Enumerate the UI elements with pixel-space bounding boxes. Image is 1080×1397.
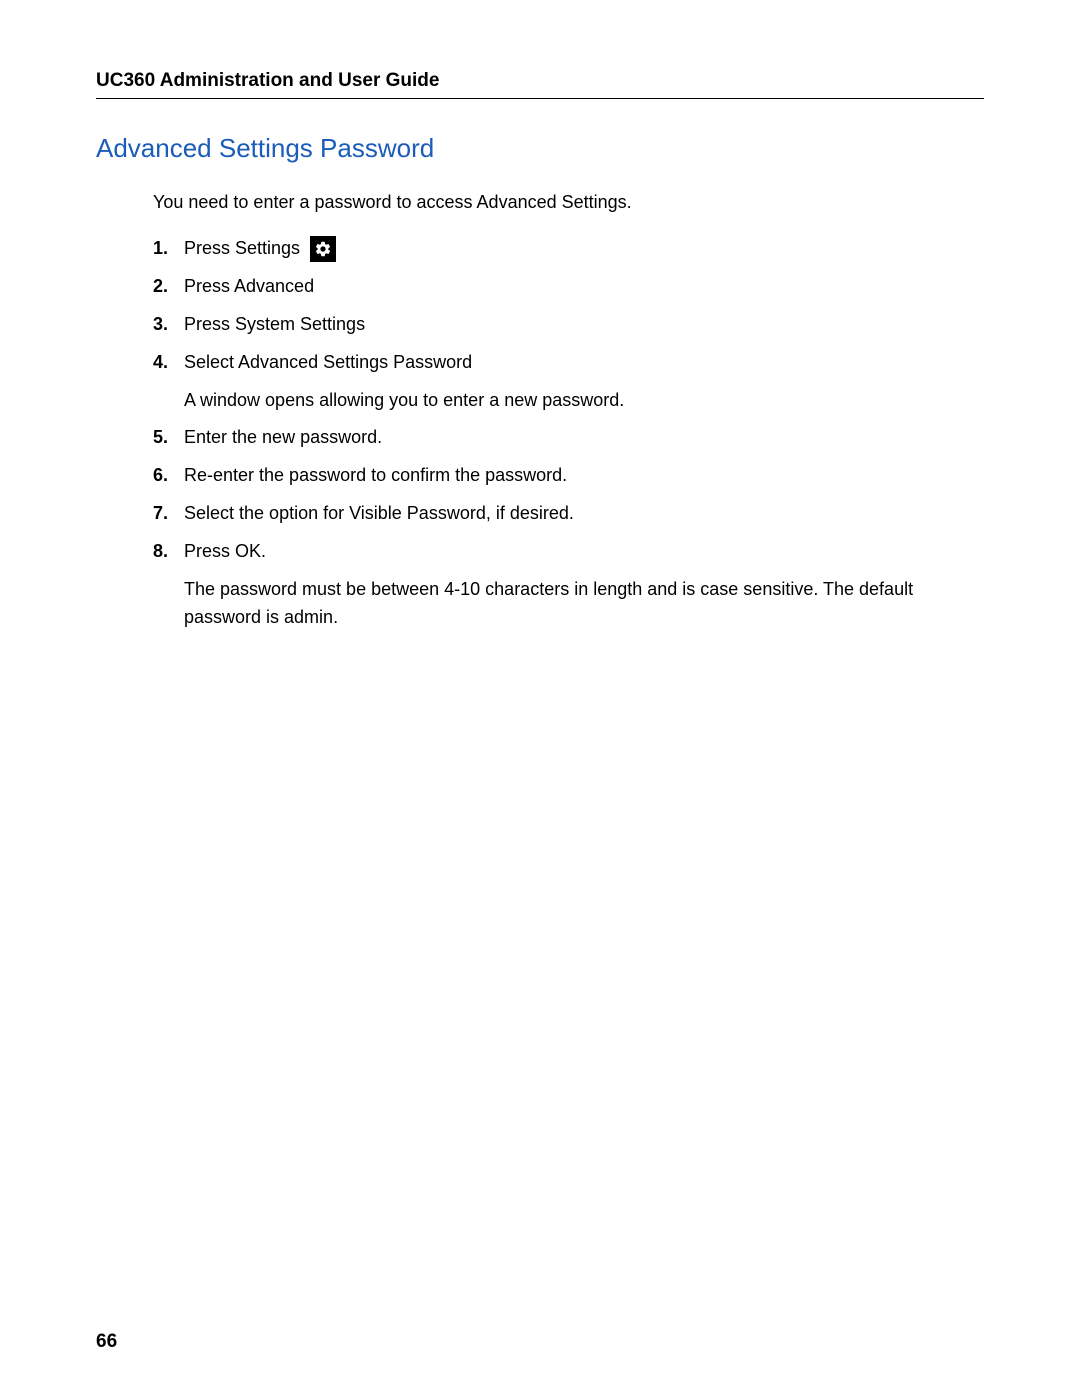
step-text: Enter the new password. [184, 424, 984, 452]
document-header-title: UC360 Administration and User Guide [96, 70, 984, 92]
section-heading: Advanced Settings Password [96, 133, 984, 164]
step-sub-text: The password must be between 4-10 charac… [184, 576, 984, 632]
page-number: 66 [96, 1331, 117, 1353]
step-number: 8. [153, 538, 178, 566]
step-number: 5. [153, 424, 178, 452]
step-item: 4. Select Advanced Settings Password [153, 349, 984, 377]
step-text: Press OK. [184, 538, 984, 566]
step-number: 6. [153, 462, 178, 490]
step-text: Re-enter the password to confirm the pas… [184, 462, 984, 490]
step-text: Select Advanced Settings Password [184, 349, 984, 377]
step-item: 7. Select the option for Visible Passwor… [153, 500, 984, 528]
step-text-label: Press Settings [184, 235, 300, 263]
step-list: 5. Enter the new password. 6. Re-enter t… [153, 424, 984, 566]
step-text: Press System Settings [184, 311, 984, 339]
step-number: 7. [153, 500, 178, 528]
step-item: 6. Re-enter the password to confirm the … [153, 462, 984, 490]
page-content: UC360 Administration and User Guide Adva… [0, 0, 1080, 632]
step-item: 5. Enter the new password. [153, 424, 984, 452]
step-number: 4. [153, 349, 178, 377]
step-number: 3. [153, 311, 178, 339]
step-number: 1. [153, 235, 178, 263]
step-number: 2. [153, 273, 178, 301]
step-item: 3. Press System Settings [153, 311, 984, 339]
step-item: 1. Press Settings [153, 235, 984, 263]
step-list: 1. Press Settings 2. Press Advanced 3. P… [153, 235, 984, 377]
step-item: 2. Press Advanced [153, 273, 984, 301]
settings-icon [310, 236, 336, 262]
section-intro: You need to enter a password to access A… [153, 192, 984, 213]
header-divider [96, 98, 984, 99]
step-text: Select the option for Visible Password, … [184, 500, 984, 528]
step-sub-text: A window opens allowing you to enter a n… [184, 387, 984, 415]
step-text: Press Settings [184, 235, 984, 263]
step-text: Press Advanced [184, 273, 984, 301]
step-item: 8. Press OK. [153, 538, 984, 566]
